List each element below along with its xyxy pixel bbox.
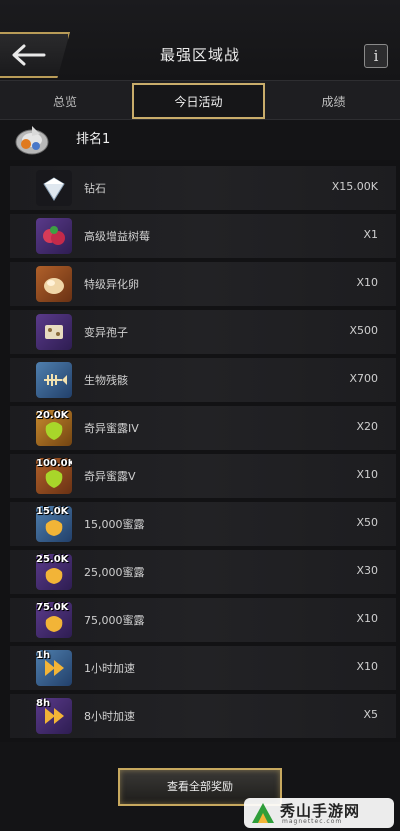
rank-header: 排名1 xyxy=(0,120,400,160)
list-item: 15.0K 15,000蜜露 X50 xyxy=(10,502,396,546)
item-name: 高级增益树莓 xyxy=(84,230,150,243)
tab-bar: 总览 今日活动 成绩 xyxy=(0,80,400,120)
tab-today-event[interactable]: 今日活动 xyxy=(132,83,265,119)
list-item: 75.0K 75,000蜜露 X10 xyxy=(10,598,396,642)
item-badge: 75.0K xyxy=(36,602,69,613)
list-item: 25.0K 25,000蜜露 X30 xyxy=(10,550,396,594)
item-name: 75,000蜜露 xyxy=(84,614,145,627)
speedup-icon: 1h xyxy=(36,650,72,686)
item-quantity: X10 xyxy=(356,468,378,481)
item-quantity: X10 xyxy=(356,612,378,625)
item-quantity: X10 xyxy=(356,660,378,673)
item-quantity: X1 xyxy=(363,228,378,241)
fish-bones-icon xyxy=(36,362,72,398)
list-item: 钻石 X15.00K xyxy=(10,166,396,210)
item-badge: 1h xyxy=(36,650,51,661)
bottom-bar: 查看全部奖励 秀山手游网 magnettec.com xyxy=(0,742,400,831)
list-item: 100.0K 奇异蜜露V X10 xyxy=(10,454,396,498)
nectar-icon: 20.0K xyxy=(36,410,72,446)
item-name: 奇异蜜露IV xyxy=(84,422,139,435)
item-name: 15,000蜜露 xyxy=(84,518,145,531)
tab-results[interactable]: 成绩 xyxy=(267,83,400,119)
item-name: 1小时加速 xyxy=(84,662,135,675)
nectar-icon: 100.0K xyxy=(36,458,72,494)
item-badge: 20.0K xyxy=(36,410,69,421)
item-name: 8小时加速 xyxy=(84,710,135,723)
list-item: 变异孢子 X500 xyxy=(10,310,396,354)
diamond-icon xyxy=(36,170,72,206)
item-quantity: X15.00K xyxy=(331,180,378,193)
list-item: 1h 1小时加速 X10 xyxy=(10,646,396,690)
spore-icon xyxy=(36,314,72,350)
item-name: 特级异化卵 xyxy=(84,278,139,291)
item-badge: 8h xyxy=(36,698,51,709)
item-quantity: X20 xyxy=(356,420,378,433)
list-item: 特级异化卵 X10 xyxy=(10,262,396,306)
list-item: 20.0K 奇异蜜露IV X20 xyxy=(10,406,396,450)
item-name: 25,000蜜露 xyxy=(84,566,145,579)
top-bar: 最强区域战 i xyxy=(0,0,400,80)
list-item: 生物残骸 X700 xyxy=(10,358,396,402)
reward-list: 钻石 X15.00K 高级增益树莓 X1 特级异化卵 X10 变异孢子 X500… xyxy=(10,166,396,742)
item-name: 变异孢子 xyxy=(84,326,128,339)
item-quantity: X30 xyxy=(356,564,378,577)
honeydew-icon: 75.0K xyxy=(36,602,72,638)
honeydew-icon: 25.0K xyxy=(36,554,72,590)
speedup-icon: 8h xyxy=(36,698,72,734)
rank-trophy-icon xyxy=(15,126,49,155)
raspberry-icon xyxy=(36,218,72,254)
egg-icon xyxy=(36,266,72,302)
watermark-subtext: magnettec.com xyxy=(282,818,343,825)
list-item: 高级增益树莓 X1 xyxy=(10,214,396,258)
item-badge: 100.0K xyxy=(36,458,72,469)
item-badge: 25.0K xyxy=(36,554,69,565)
tab-overview[interactable]: 总览 xyxy=(0,83,130,119)
info-button[interactable]: i xyxy=(364,44,388,68)
site-watermark: 秀山手游网 magnettec.com xyxy=(244,798,394,828)
item-quantity: X10 xyxy=(356,276,378,289)
item-name: 生物残骸 xyxy=(84,374,128,387)
list-item: 8h 8小时加速 X5 xyxy=(10,694,396,738)
item-name: 钻石 xyxy=(84,182,106,195)
item-badge: 15.0K xyxy=(36,506,69,517)
item-quantity: X50 xyxy=(356,516,378,529)
rank-label: 排名1 xyxy=(76,132,111,147)
item-name: 奇异蜜露V xyxy=(84,470,136,483)
item-quantity: X700 xyxy=(349,372,378,385)
watermark-logo-icon xyxy=(252,803,274,823)
item-quantity: X500 xyxy=(349,324,378,337)
honeydew-icon: 15.0K xyxy=(36,506,72,542)
page-title: 最强区域战 xyxy=(159,46,240,64)
item-quantity: X5 xyxy=(363,708,378,721)
